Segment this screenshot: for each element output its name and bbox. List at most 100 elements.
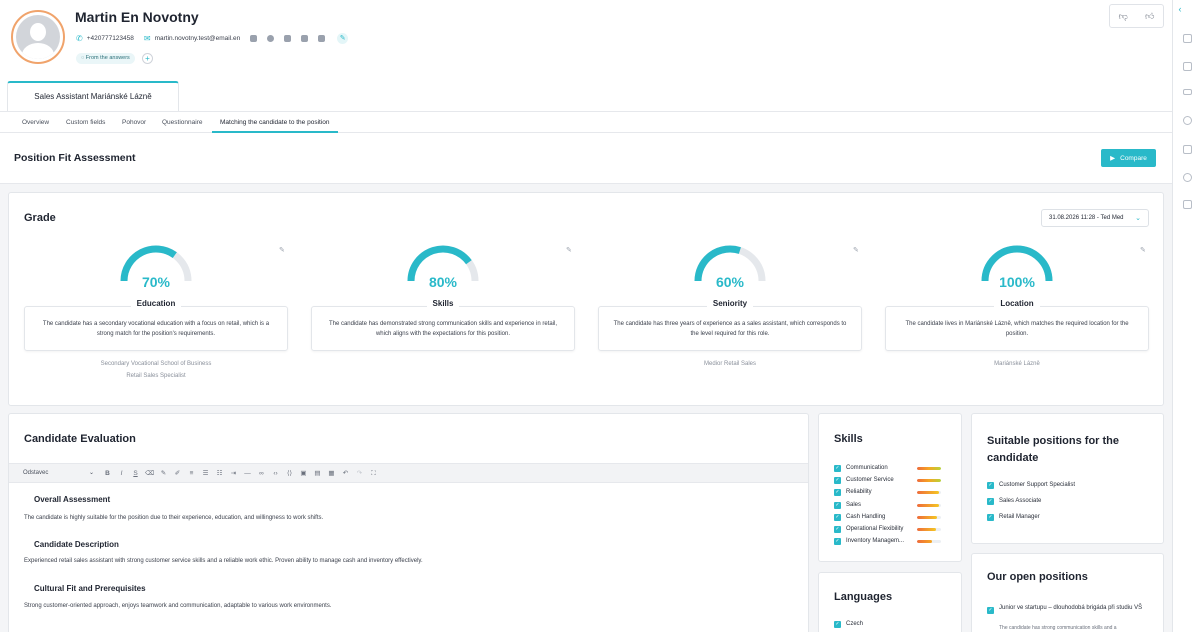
tab-matching[interactable]: Matching the candidate to the position	[212, 112, 338, 133]
pen-icon[interactable]: ✎	[159, 469, 168, 478]
gauge-description: The candidate has a secondary vocational…	[42, 321, 270, 337]
folder-icon[interactable]	[1183, 89, 1192, 95]
gauge-value: 60%	[715, 274, 745, 290]
evaluation-card: Candidate Evaluation Odstavec ⌄ B I S ⌫ …	[8, 413, 809, 632]
checkbox[interactable]: ✓	[834, 621, 841, 628]
compare-button[interactable]: ▶ Compare	[1101, 149, 1156, 167]
checkbox[interactable]: ✓	[834, 501, 841, 509]
thumbs-down-icon[interactable]: 👎︎	[1119, 11, 1128, 22]
redo-icon[interactable]: ↷	[355, 469, 364, 478]
link-icon[interactable]	[318, 35, 326, 42]
image-icon[interactable]: ▤	[313, 469, 322, 478]
box-icon[interactable]	[1183, 62, 1192, 71]
email-address[interactable]: martin.novotny.test@email.en	[155, 35, 241, 42]
checkbox[interactable]: ✓	[834, 513, 841, 521]
tab-questionnaire[interactable]: Questionnaire	[162, 112, 202, 133]
languages-card: Languages ✓ Czech	[818, 572, 962, 632]
link-icon[interactable]: ∞	[257, 469, 266, 478]
checkbox[interactable]: ✓	[834, 538, 841, 546]
paragraph-select[interactable]: Odstavec	[23, 470, 48, 476]
skill-level-fill	[917, 503, 940, 507]
document-icon[interactable]	[1183, 34, 1192, 43]
gauge-details: Mariánské Lázně	[885, 358, 1149, 370]
copy-icon[interactable]	[1183, 145, 1192, 154]
twitter-icon[interactable]	[284, 35, 292, 42]
eraser-icon[interactable]: ⌫	[145, 469, 154, 478]
skill-name: Customer Service	[846, 477, 894, 484]
phone-number[interactable]: +420777123458	[87, 35, 134, 42]
skills-title: Skills	[834, 433, 863, 445]
edit-pencil-icon[interactable]: ✎	[279, 246, 285, 254]
edit-pencil-icon[interactable]: ✎	[853, 246, 859, 254]
skill-level-fill	[917, 540, 932, 544]
fullscreen-icon[interactable]: ⛶	[369, 469, 378, 478]
skype-icon[interactable]	[301, 35, 309, 42]
link-icon[interactable]	[1183, 116, 1192, 125]
gauge-label: Skills	[426, 299, 460, 308]
skill-level-fill	[917, 467, 941, 470]
checkbox[interactable]: ✓	[987, 607, 994, 614]
checkbox[interactable]: ✓	[987, 498, 994, 505]
checkbox[interactable]: ✓	[834, 526, 841, 533]
code-icon[interactable]: ‹›	[271, 469, 280, 478]
section-text[interactable]: Strong customer-oriented approach, enjoy…	[24, 603, 332, 609]
skill-name: Inventory Managem...	[846, 538, 905, 545]
feedback-buttons: 👎︎ 👍︎	[1109, 4, 1164, 28]
table-icon[interactable]: ▦	[327, 469, 336, 478]
gauge-value: 80%	[428, 274, 458, 290]
indent-icon[interactable]: ⇥	[229, 469, 238, 478]
facebook-icon[interactable]	[267, 35, 275, 42]
edit-pencil-icon[interactable]: ✎	[566, 246, 572, 254]
align-icon[interactable]: ≡	[187, 469, 196, 478]
skill-level-bar	[917, 540, 941, 544]
undo-icon[interactable]: ↶	[341, 469, 350, 478]
tab-overview[interactable]: Overview	[22, 112, 49, 133]
candidate-name: Martin En Novotny	[75, 9, 199, 25]
checkbox[interactable]: ✓	[987, 514, 994, 521]
add-tag-button[interactable]: +	[142, 53, 153, 64]
profile-header: Martin En Novotny ✆ +420777123458 ✉ mart…	[0, 0, 1172, 111]
section-heading: Candidate Description	[34, 540, 119, 549]
checkbox[interactable]: ✓	[834, 477, 841, 485]
position-item: Sales Associate	[999, 498, 1042, 504]
bullet-list-icon[interactable]: ☰	[201, 469, 210, 478]
italic-icon[interactable]: I	[117, 469, 126, 478]
editor-toolbar: Odstavec ⌄ B I S ⌫ ✎ ✐ ≡ ☰ ☷ ⇥ — ∞ ‹› ⟨⟩…	[9, 463, 808, 483]
section-text[interactable]: The candidate is highly suitable for the…	[24, 515, 323, 521]
horizontal-rule-icon[interactable]: —	[243, 469, 252, 478]
check-circle-icon[interactable]	[1183, 173, 1192, 182]
checkbox[interactable]: ✓	[834, 489, 841, 497]
tab-custom-fields[interactable]: Custom fields	[66, 112, 105, 133]
highlight-icon[interactable]: ✐	[173, 469, 182, 478]
code-block-icon[interactable]: ⟨⟩	[285, 469, 294, 478]
gauge-location: 100% ✎ Location The candidate lives in Mari…	[885, 238, 1149, 388]
answers-tag[interactable]: ◌ From the answers	[76, 53, 135, 64]
gauge-value: 70%	[141, 274, 171, 290]
underline-icon[interactable]: S	[131, 469, 140, 478]
linkedin-icon[interactable]	[250, 35, 258, 42]
section-text[interactable]: Experienced retail sales assistant with …	[24, 558, 423, 564]
numbered-list-icon[interactable]: ☷	[215, 469, 224, 478]
thumbs-up-icon[interactable]: 👍︎	[1145, 11, 1154, 22]
page-title: Position Fit Assessment	[14, 152, 136, 164]
skill-name: Communication	[846, 465, 888, 471]
avatar	[11, 10, 65, 64]
edit-profile-icon[interactable]: ✎	[337, 33, 349, 44]
trash-icon[interactable]	[1183, 200, 1192, 209]
skill-level-fill	[917, 491, 940, 495]
tab-pohovor[interactable]: Pohovor	[122, 112, 146, 133]
open-position-title[interactable]: Junior ve startupu – dlouhodobá brigáda …	[999, 604, 1149, 613]
collapse-chevron-icon[interactable]: ‹	[1174, 3, 1186, 15]
edit-pencil-icon[interactable]: ✎	[1140, 246, 1146, 254]
suitable-positions-card: Suitable positions for the candidate ✓ C…	[971, 413, 1164, 544]
checkbox[interactable]: ✓	[987, 482, 994, 489]
bold-icon[interactable]: B	[103, 469, 112, 478]
chevron-down-icon[interactable]: ⌄	[89, 469, 94, 476]
checkbox[interactable]: ✓	[834, 465, 841, 472]
gauge-label: Location	[994, 299, 1040, 308]
gauge-detail: Medior Retail Sales	[703, 361, 757, 367]
skill-name: Sales	[846, 501, 862, 508]
position-tab[interactable]: Sales Assistant Mariánské Lázně	[7, 81, 179, 111]
video-icon[interactable]: ▣	[299, 469, 308, 478]
assessment-date-select[interactable]: 31.08.2026 11:28 - Ted Med ⌄	[1041, 209, 1149, 227]
